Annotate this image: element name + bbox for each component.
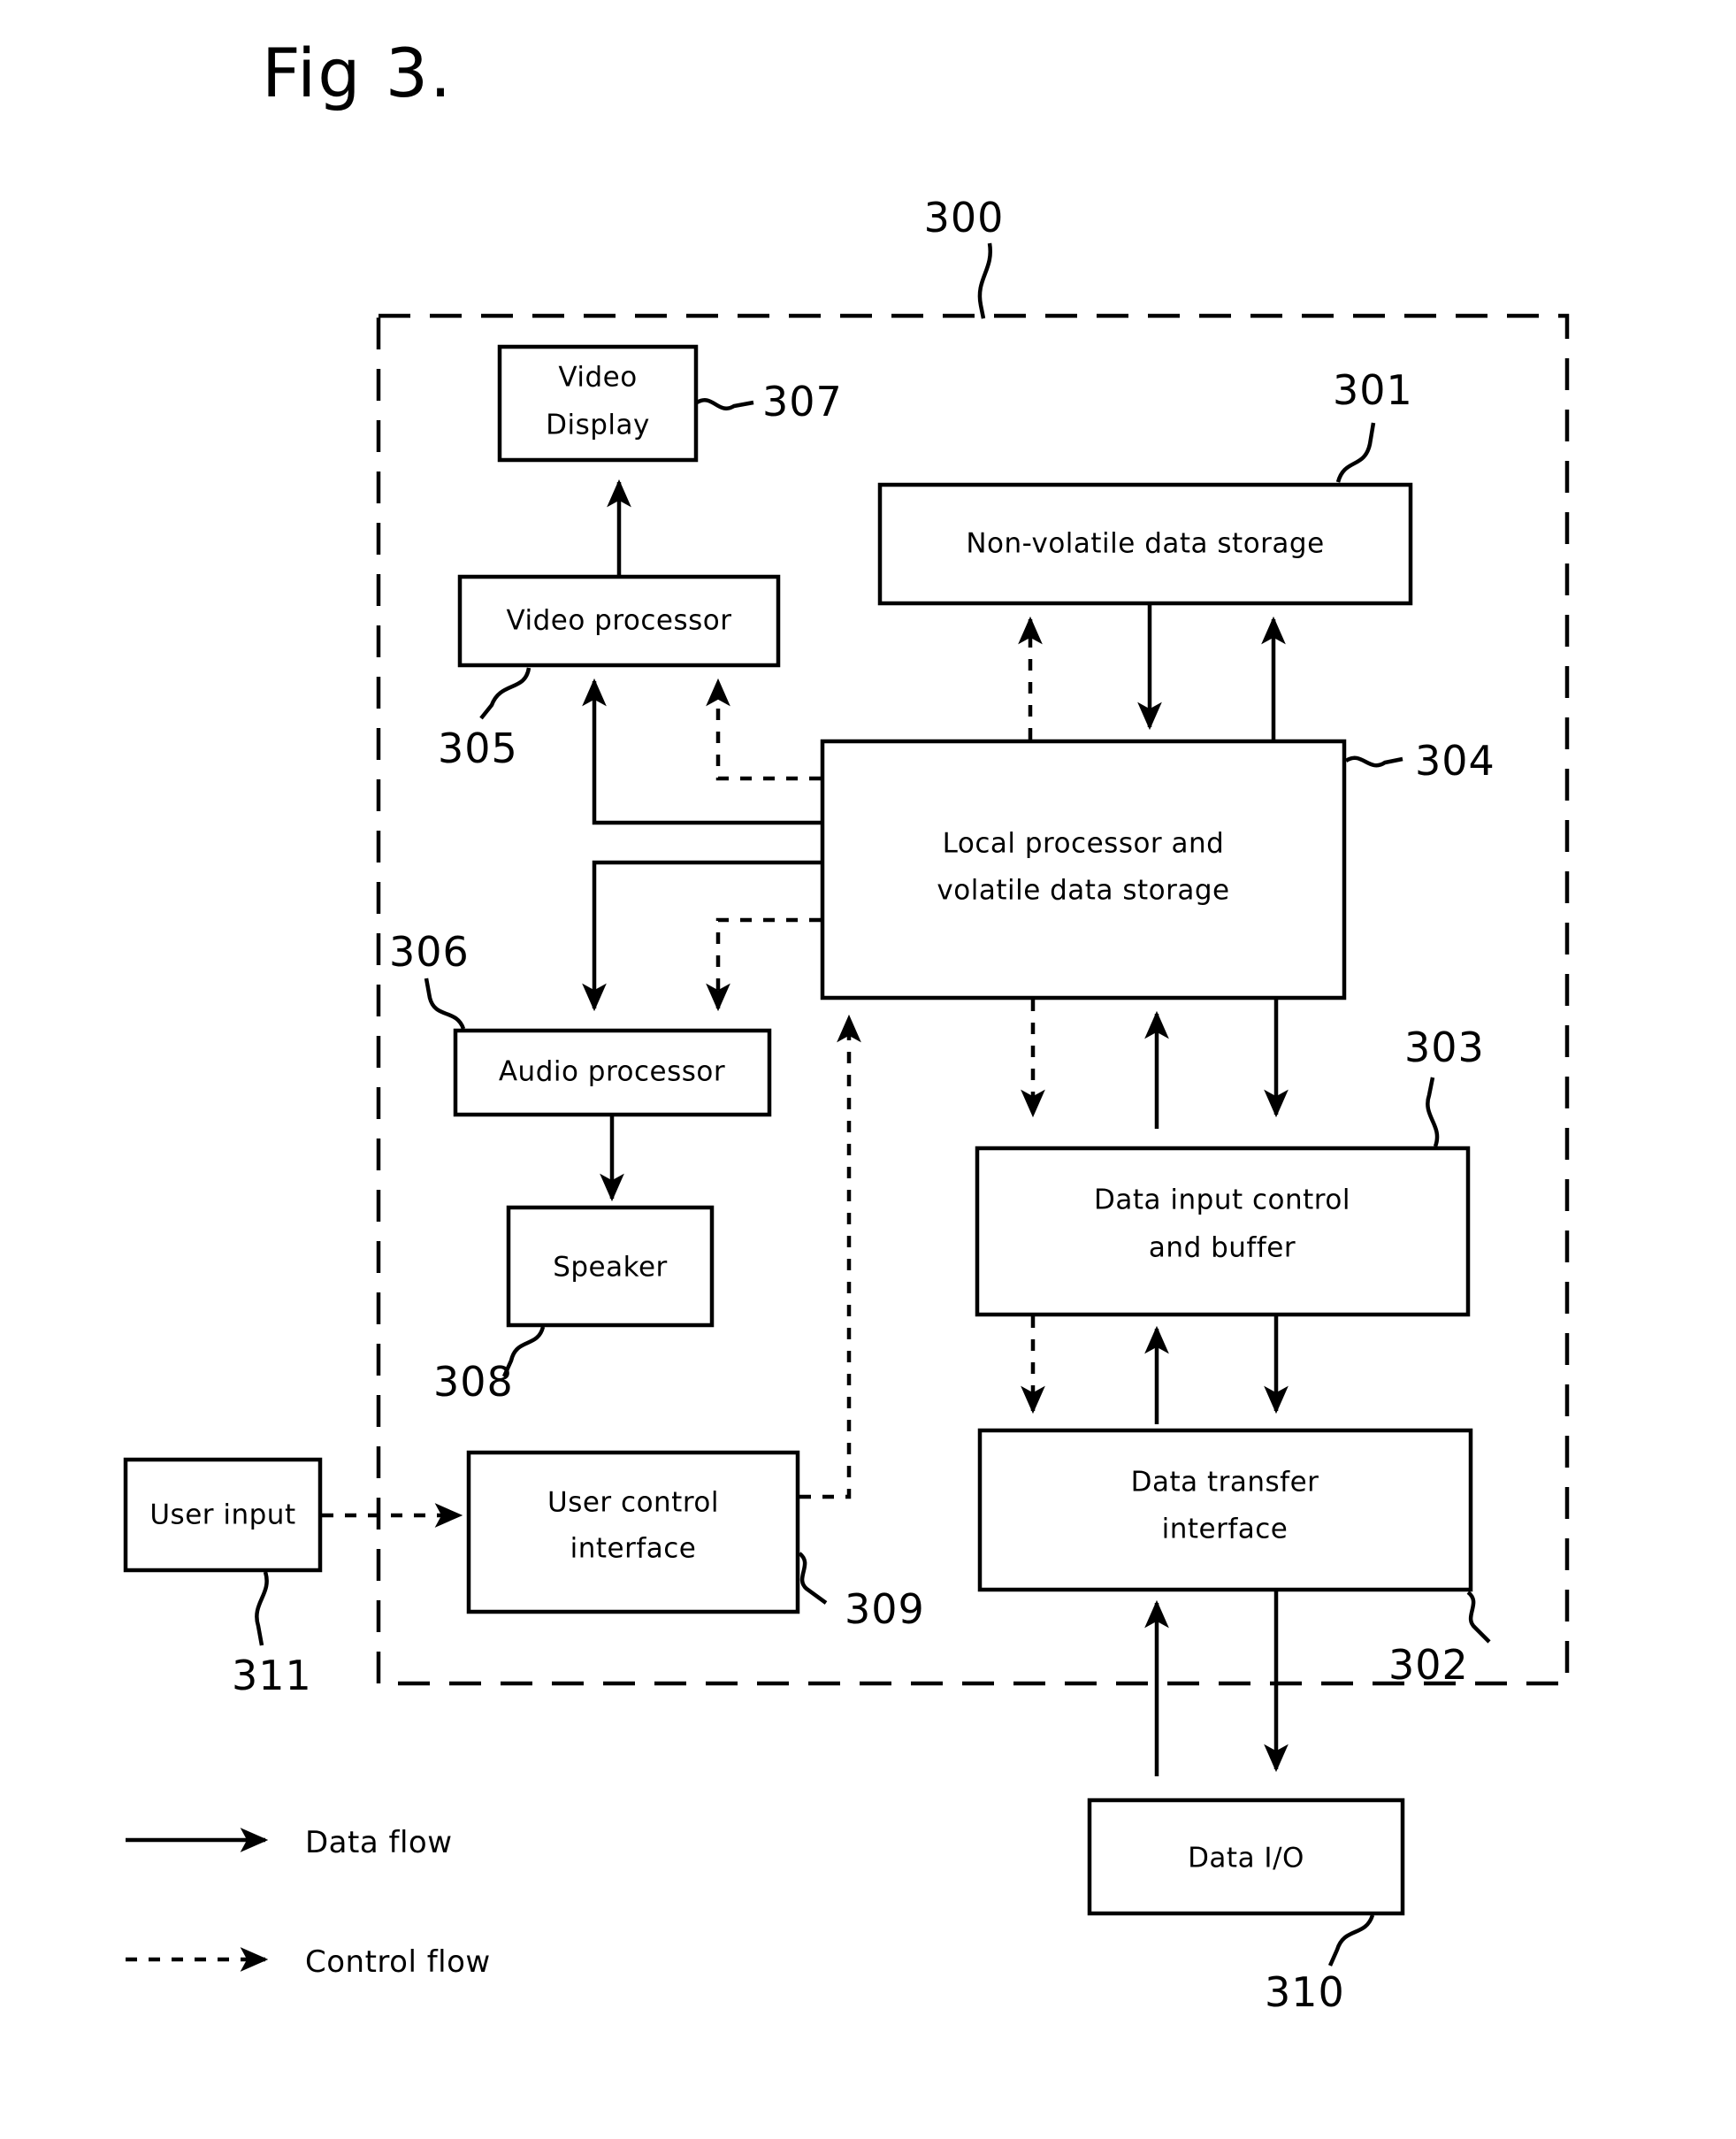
local-processor-label-line1: Local processor and [943, 828, 1225, 860]
box-local-processor[interactable] [820, 739, 1347, 1000]
block-diagram: 300 Video Display 307 Video processor 30… [123, 194, 1570, 2016]
ref-label-302: 302 [1388, 1641, 1469, 1689]
ref-label-311: 311 [232, 1652, 312, 1699]
ref-label-309: 309 [845, 1585, 925, 1633]
leader-304 [1344, 755, 1403, 768]
legend-control-flow-label: Control flow [305, 1944, 491, 1980]
box-data-transfer-interface[interactable] [977, 1428, 1473, 1592]
ctrl-localproc-to-videoproc [706, 678, 821, 781]
leader-301 [1335, 422, 1376, 483]
ref-label-301: 301 [1333, 366, 1413, 414]
data-transfer-label-line1: Data transfer [1131, 1467, 1319, 1499]
ref-label-304: 304 [1415, 737, 1495, 785]
data-input-label-line1: Data input control [1094, 1184, 1350, 1216]
patent-figure-page: Fig 3. 300 Video Display 307 Video proce… [0, 0, 1736, 2139]
user-control-label-line1: User control [547, 1487, 719, 1519]
speaker-label: Speaker [553, 1252, 668, 1284]
audio-processor-label: Audio processor [499, 1056, 725, 1088]
leader-300 [977, 242, 993, 319]
ref-label-305: 305 [438, 724, 518, 772]
ref-label-310: 310 [1265, 1968, 1345, 2016]
data-localproc-to-videoproc [582, 678, 821, 825]
ctrl-localproc-to-audioproc [706, 917, 821, 1012]
ctrl-usercontrol-to-localproc [799, 1014, 861, 1499]
ref-label-300: 300 [924, 194, 1005, 242]
ref-label-307: 307 [762, 378, 843, 426]
legend-data-flow-label: Data flow [305, 1825, 453, 1860]
leader-305 [479, 667, 532, 720]
video-processor-label: Video processor [506, 605, 731, 637]
leader-307 [695, 398, 754, 410]
ref-label-306: 306 [389, 928, 470, 976]
leader-310 [1327, 1914, 1375, 1966]
data-input-label-line2: and buffer [1149, 1232, 1296, 1264]
video-display-label-line2: Display [546, 410, 650, 441]
user-control-label-line2: interface [570, 1533, 697, 1565]
nonvolatile-storage-label: Non-volatile data storage [966, 528, 1324, 560]
leader-311 [255, 1571, 269, 1646]
ref-label-308: 308 [433, 1358, 514, 1406]
video-display-label-line1: Video [558, 362, 637, 394]
ref-label-303: 303 [1404, 1024, 1485, 1071]
data-transfer-label-line2: interface [1162, 1514, 1289, 1545]
leader-303 [1426, 1077, 1440, 1147]
data-io-label: Data I/O [1188, 1843, 1304, 1874]
local-processor-label-line2: volatile data storage [937, 875, 1229, 907]
leader-306 [424, 978, 466, 1030]
leader-309 [798, 1552, 828, 1605]
data-localproc-to-audioproc [582, 860, 821, 1012]
user-input-label: User input [149, 1499, 295, 1531]
leader-302 [1466, 1591, 1491, 1644]
